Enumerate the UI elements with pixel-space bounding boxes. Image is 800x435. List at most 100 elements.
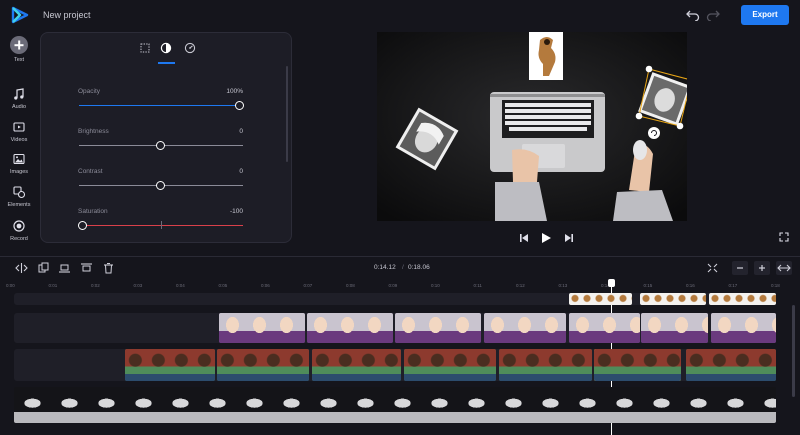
clip-thumbnail	[709, 293, 721, 305]
project-title[interactable]: New project	[43, 10, 91, 20]
trash-icon[interactable]	[102, 262, 115, 274]
clip-thumbnail	[381, 349, 401, 381]
crop-icon[interactable]	[138, 41, 152, 55]
rail-item-record[interactable]: Record	[0, 219, 38, 249]
tv-video-clip-selected[interactable]	[594, 349, 681, 381]
tv-video-clip[interactable]	[686, 349, 776, 381]
clip-thumbnail	[310, 387, 347, 423]
zoom-out-button[interactable]	[732, 261, 748, 275]
rail-item-text[interactable]: Text	[0, 36, 38, 66]
clip-thumbnail	[605, 293, 617, 305]
timeline-scrollbar[interactable]	[792, 305, 795, 397]
fullscreen-icon[interactable]	[779, 232, 789, 242]
clip-thumbnail	[606, 387, 643, 423]
saturation-center-mark	[161, 221, 162, 229]
contrast-label: Contrast	[78, 168, 103, 175]
clip-thumbnail	[484, 313, 511, 343]
rail-item-videos[interactable]: Videos	[0, 120, 38, 150]
rail-item-elements[interactable]: Elements	[0, 185, 38, 215]
redo-icon[interactable]	[706, 9, 720, 21]
rail-item-images[interactable]: Images	[0, 152, 38, 182]
saturation-slider-handle[interactable]	[78, 221, 87, 230]
clip-thumbnail	[199, 387, 236, 423]
play-icon[interactable]	[540, 232, 552, 244]
zoom-in-button[interactable]	[754, 261, 770, 275]
clip-thumbnail	[663, 349, 681, 381]
child-video-clip[interactable]	[219, 313, 305, 343]
dog-overlay-clip[interactable]	[709, 293, 776, 305]
clip-thumbnail	[652, 293, 664, 305]
clip-thumbnail	[125, 349, 148, 381]
fit-icon[interactable]	[706, 262, 719, 274]
clip-thumbnail	[754, 387, 776, 423]
contrast-value: 0	[239, 168, 243, 175]
mouse	[633, 140, 647, 160]
tv-video-clip[interactable]	[125, 349, 215, 381]
opacity-value: 100%	[226, 88, 243, 95]
clip-thumbnail	[236, 387, 273, 423]
clip-thumbnail	[532, 387, 569, 423]
dog-overlay-clip[interactable]	[640, 293, 706, 305]
clip-thumbnail	[755, 349, 776, 381]
clip-thumbnail	[686, 349, 709, 381]
ruler-tick-label: 0:03	[133, 283, 143, 288]
logo-icon[interactable]	[11, 6, 29, 24]
opacity-slider-handle[interactable]	[235, 101, 244, 110]
ruler-tick-label: 0:00	[6, 283, 15, 288]
contrast-slider-handle[interactable]	[156, 181, 165, 190]
split-icon[interactable]	[15, 262, 28, 274]
tv-video-clip[interactable]	[499, 349, 592, 381]
clip-thumbnail	[171, 349, 194, 381]
clip-thumbnail	[273, 313, 300, 343]
tv-video-clip[interactable]	[404, 349, 496, 381]
export-button[interactable]: Export	[741, 5, 789, 25]
laptop-video-clip[interactable]	[14, 387, 776, 423]
ruler-tick-label: 0:08	[346, 283, 355, 288]
child-video-clip[interactable]	[395, 313, 481, 343]
clip-thumbnail	[458, 387, 495, 423]
clip-thumbnail	[499, 349, 522, 381]
clip-thumbnail	[395, 313, 422, 343]
music-note-icon	[14, 88, 24, 100]
ruler-tick-label: 0:11	[473, 283, 482, 288]
align-top-icon[interactable]	[80, 262, 93, 274]
panel-scrollbar[interactable]	[286, 66, 288, 162]
ruler-tick-label: 0:13	[558, 283, 568, 288]
expand-button[interactable]	[776, 261, 792, 275]
undo-icon[interactable]	[686, 9, 700, 21]
child-video-clip[interactable]	[484, 313, 566, 343]
tv-video-clip[interactable]	[312, 349, 401, 381]
ruler-tick-label: 0:10	[431, 283, 440, 288]
rail-label: Videos	[10, 137, 28, 143]
clip-thumbnail	[569, 387, 606, 423]
clip-thumbnail	[643, 387, 680, 423]
ruler-tick-label: 0:12	[516, 283, 525, 288]
shapes-icon	[13, 186, 26, 199]
child-video-clip[interactable]	[307, 313, 393, 343]
rail-item-audio[interactable]: Audio	[0, 87, 38, 117]
rotate-handle-icon[interactable]	[647, 126, 661, 140]
brightness-label: Brightness	[78, 128, 109, 135]
child-video-clip[interactable]	[711, 313, 776, 343]
speed-icon[interactable]	[183, 41, 197, 55]
child-video-clip[interactable]	[641, 313, 708, 343]
clip-thumbnail	[640, 349, 663, 381]
preview-canvas[interactable]	[377, 32, 687, 221]
child-video-clip[interactable]	[569, 313, 640, 343]
clip-thumbnail	[511, 313, 538, 343]
skip-forward-icon[interactable]	[563, 232, 575, 244]
duplicate-icon[interactable]	[37, 262, 50, 274]
clip-thumbnail	[688, 293, 700, 305]
skip-back-icon[interactable]	[518, 232, 530, 244]
playhead-handle[interactable]	[608, 279, 615, 287]
record-icon	[13, 220, 25, 232]
dog-overlay-clip[interactable]	[569, 293, 632, 305]
timeline-ruler[interactable]: 0:00 0:01 0:02 0:03 0:04 0:05 0:06 0:07 0:08 0:09…	[0, 281, 800, 291]
brightness-slider-handle[interactable]	[156, 141, 165, 150]
clip-thumbnail	[358, 349, 381, 381]
clip-thumbnail	[312, 349, 335, 381]
opacity-slider-fill	[79, 105, 239, 106]
align-bottom-icon[interactable]	[58, 262, 71, 274]
tv-video-clip[interactable]	[217, 349, 309, 381]
contrast-icon[interactable]	[159, 41, 173, 55]
